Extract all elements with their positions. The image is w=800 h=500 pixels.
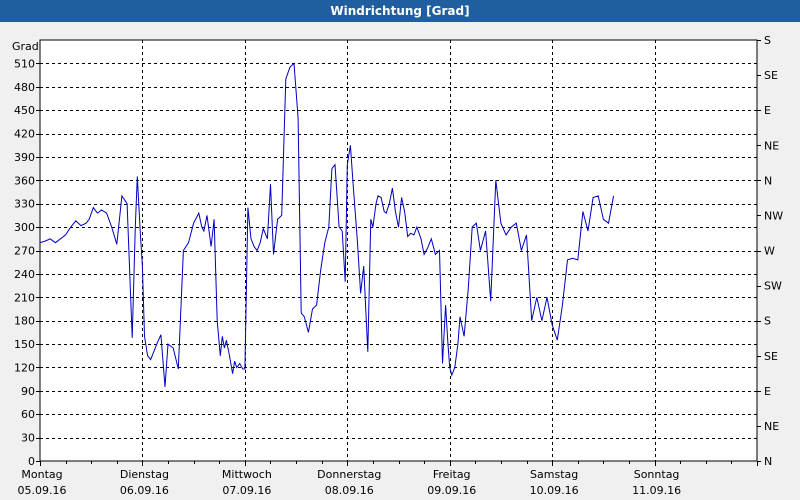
y-axis-unit-label: Grad [12, 40, 39, 53]
y-tick-label: 360 [14, 174, 35, 187]
x-day-label: Dienstag [120, 468, 169, 481]
y-tick-label: 60 [21, 408, 35, 421]
x-date-label: 06.09.16 [120, 484, 169, 497]
compass-label: SW [764, 280, 782, 293]
x-date-label: 10.09.16 [530, 484, 579, 497]
compass-label: E [764, 385, 771, 398]
compass-label: NW [764, 209, 783, 222]
y-tick-label: 270 [14, 245, 35, 258]
compass-label: S [764, 34, 771, 47]
compass-label: SE [764, 350, 778, 363]
compass-label: NE [764, 420, 779, 433]
compass-label: S [764, 315, 771, 328]
plot-area [39, 39, 758, 462]
y-tick-label: 90 [21, 385, 35, 398]
compass-label: W [764, 245, 775, 258]
compass-label: E [764, 104, 771, 117]
x-date-label: 08.09.16 [325, 484, 374, 497]
x-date-label: 09.09.16 [427, 484, 476, 497]
x-day-label: Freitag [433, 468, 471, 481]
compass-label: NE [764, 139, 779, 152]
x-day-label: Sonntag [634, 468, 680, 481]
compass-label: N [764, 455, 772, 468]
x-day-label: Mittwoch [222, 468, 272, 481]
wind-direction-chart: 0 30 60 90 120 150 180 210 240 270 300 330 360 390 420… [12, 34, 783, 497]
y-tick-label: 0 [28, 455, 35, 468]
y-tick-label: 120 [14, 361, 35, 374]
chart-title: Windrichtung [Grad] [0, 0, 800, 22]
y-tick-label: 150 [14, 338, 35, 351]
y-tick-label: 480 [14, 81, 35, 94]
chart-panel: 0 30 60 90 120 150 180 210 240 270 300 330 360 390 420… [0, 22, 800, 500]
x-day-label: Donnerstag [317, 468, 381, 481]
x-day-label: Samstag [530, 468, 578, 481]
y-tick-label: 420 [14, 128, 35, 141]
y-tick-label: 30 [21, 432, 35, 445]
x-date-label: 07.09.16 [222, 484, 271, 497]
compass-label: SE [764, 69, 778, 82]
y-tick-label: 330 [14, 198, 35, 211]
x-day-label: Montag [21, 468, 62, 481]
compass-label: N [764, 174, 772, 187]
x-date-label: 05.09.16 [18, 484, 67, 497]
y-tick-label: 180 [14, 315, 35, 328]
y-tick-label: 300 [14, 221, 35, 234]
y-tick-label: 510 [14, 57, 35, 70]
y-tick-label: 210 [14, 291, 35, 304]
y-tick-label: 390 [14, 151, 35, 164]
y-tick-label: 450 [14, 104, 35, 117]
x-date-label: 11.09.16 [632, 484, 681, 497]
y-tick-label: 240 [14, 268, 35, 281]
